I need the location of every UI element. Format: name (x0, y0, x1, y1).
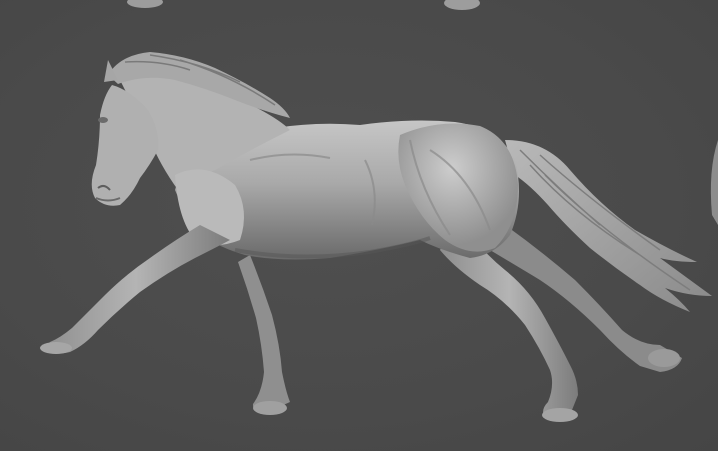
sculpt-viewport[interactable] (0, 0, 718, 451)
far-front-hoof (253, 401, 287, 415)
hoof-fragment-right (444, 0, 480, 10)
viewport-canvas (40, 0, 718, 422)
horse-sculpt-icon (40, 52, 712, 422)
near-hind-hoof (542, 408, 578, 422)
near-front-leg (42, 225, 230, 354)
edge-fragment-right (710, 140, 718, 225)
far-front-leg (238, 255, 290, 413)
eye (98, 117, 108, 123)
far-hind-hoof (648, 349, 680, 367)
near-front-hoof (40, 342, 72, 354)
hoof-fragment-left (127, 0, 163, 8)
